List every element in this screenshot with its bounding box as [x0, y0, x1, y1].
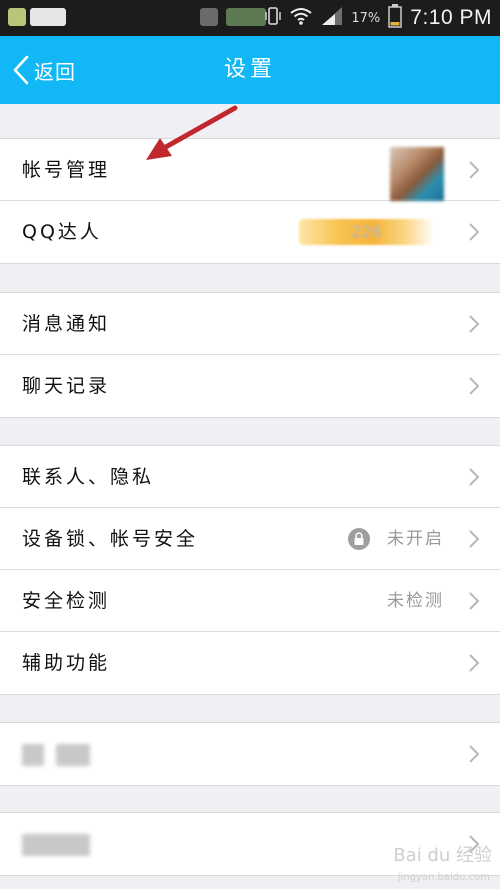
device-lock-status: 未开启: [387, 529, 444, 549]
blurred-label: [56, 744, 90, 766]
wifi-icon: [289, 6, 313, 30]
chevron-left-icon: [13, 55, 29, 85]
row-label: 设备锁、帐号安全: [22, 528, 199, 550]
settings-group-account: 帐号管理 QQ达人 226: [0, 138, 500, 264]
blurred-label: [22, 744, 44, 766]
row-accessibility[interactable]: 辅助功能: [0, 632, 500, 694]
row-label: 帐号管理: [22, 159, 111, 181]
annotation-arrow-icon: [146, 105, 238, 160]
qq-talent-days: 226: [351, 222, 382, 241]
settings-group-blurred: [0, 722, 500, 786]
chevron-right-icon: [469, 592, 480, 610]
row-message-notification[interactable]: 消息通知: [0, 293, 500, 355]
avatar: [390, 147, 444, 201]
row-chat-history[interactable]: 聊天记录: [0, 355, 500, 417]
qq-talent-badge: 226: [299, 219, 434, 245]
status-bar: 17% 7:10 PM: [0, 0, 500, 36]
watermark: Bai du 经验: [393, 845, 492, 866]
chevron-right-icon: [469, 161, 480, 179]
settings-group-privacy: 联系人、隐私 设备锁、帐号安全 未开启 安全检测 未检测 辅助功能: [0, 445, 500, 695]
row-label: 聊天记录: [22, 375, 111, 397]
security-check-status: 未检测: [387, 591, 444, 611]
back-button[interactable]: 返回: [12, 36, 76, 104]
row-device-lock-security[interactable]: 设备锁、帐号安全 未开启: [0, 508, 500, 570]
settings-group-messages: 消息通知 聊天记录: [0, 292, 500, 418]
signal-icon: [321, 6, 343, 30]
chevron-right-icon: [469, 468, 480, 486]
chevron-right-icon: [469, 745, 480, 763]
row-account-management[interactable]: 帐号管理: [0, 139, 500, 201]
back-label: 返回: [34, 59, 76, 84]
row-security-check[interactable]: 安全检测 未检测: [0, 570, 500, 632]
battery-percent: 17%: [351, 10, 381, 26]
row-blurred[interactable]: [0, 723, 500, 785]
vibrate-icon: [265, 6, 282, 30]
chevron-right-icon: [469, 654, 480, 672]
chevron-right-icon: [469, 377, 480, 395]
row-contacts-privacy[interactable]: 联系人、隐私: [0, 446, 500, 508]
watermark-sub: jingyan.baidu.com: [397, 872, 490, 883]
row-label: 安全检测: [22, 590, 111, 612]
row-qq-talent[interactable]: QQ达人 226: [0, 201, 500, 263]
row-label: 辅助功能: [22, 652, 111, 674]
blurred-label: [22, 834, 90, 856]
status-right: 17% 7:10 PM: [265, 0, 492, 36]
chevron-right-icon: [469, 530, 480, 548]
blurred-notification-icon: [8, 8, 26, 26]
status-time: 7:10 PM: [410, 6, 492, 29]
chevron-right-icon: [469, 315, 480, 333]
nav-bar: 设置 返回: [0, 36, 500, 104]
blurred-notification-icon: [30, 8, 66, 26]
row-label: QQ达人: [22, 221, 102, 243]
blurred-notification-icon: [200, 8, 218, 26]
chevron-right-icon: [469, 223, 480, 241]
lock-icon: [348, 528, 370, 550]
battery-icon: [388, 4, 403, 32]
row-label: 联系人、隐私: [22, 466, 155, 488]
blurred-notification-icon: [226, 8, 266, 26]
row-label: 消息通知: [22, 313, 111, 335]
